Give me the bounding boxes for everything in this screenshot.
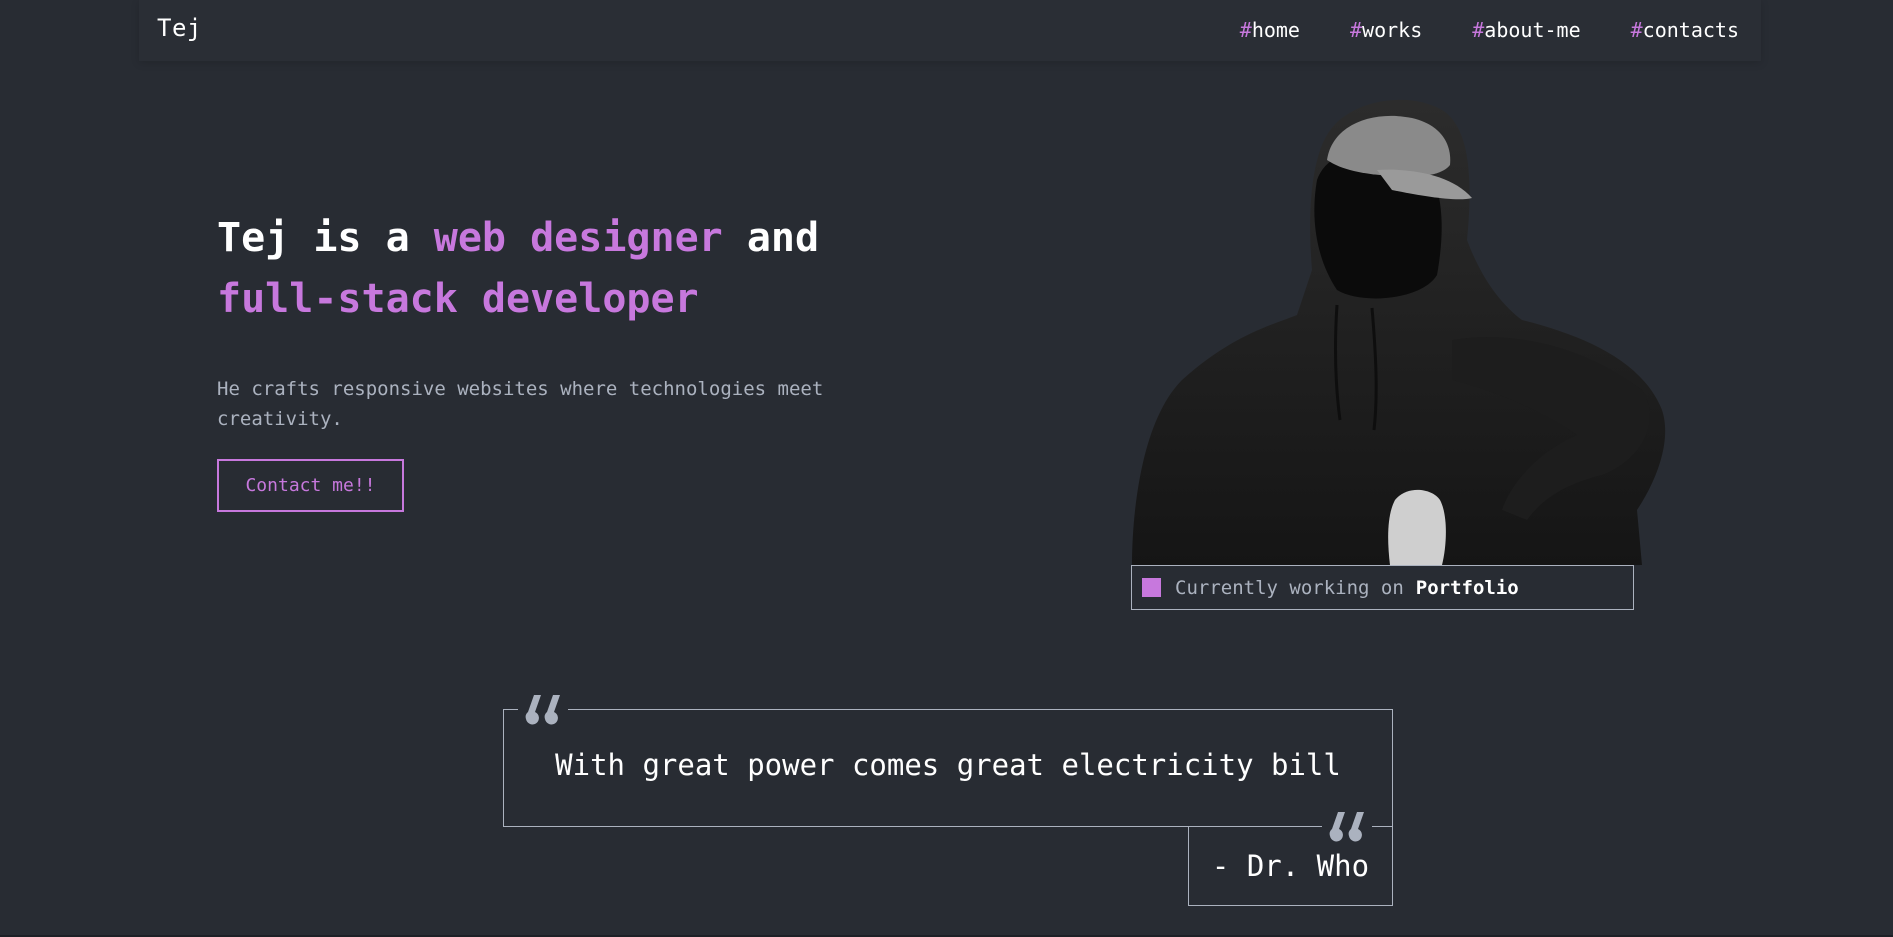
nav-item-home[interactable]: #home — [1240, 18, 1300, 42]
square-icon — [1142, 578, 1161, 597]
hero-title: Tej is a web designer and full-stack dev… — [217, 208, 937, 330]
nav-label-home: home — [1251, 18, 1300, 42]
status-project: Portfolio — [1415, 576, 1519, 599]
nav-hash: # — [1472, 18, 1485, 42]
hero-title-accent-developer: full-stack developer — [217, 276, 699, 322]
nav-hash: # — [1239, 18, 1252, 42]
nav-label-works: works — [1362, 18, 1423, 42]
hero-image — [1122, 90, 1682, 565]
hero-subtitle: He crafts responsive websites where tech… — [217, 378, 824, 430]
nav-label-about-me: about-me — [1484, 18, 1581, 42]
contact-me-button[interactable]: Contact me!! — [217, 459, 404, 512]
hero-title-text: Tej is a — [217, 215, 434, 261]
quote-text: With great power comes great electricity… — [555, 748, 1341, 782]
nav-hash: # — [1630, 18, 1643, 42]
hooded-person-illustration — [1132, 99, 1666, 565]
nav-item-contacts[interactable]: #contacts — [1631, 18, 1739, 42]
quote-author-box: - Dr. Who — [1188, 826, 1393, 906]
site-header: Tej #home #works #about-me #contacts — [139, 0, 1761, 61]
nav-label-contacts: contacts — [1642, 18, 1739, 42]
quote-box: With great power comes great electricity… — [503, 709, 1393, 827]
logo[interactable]: Tej — [157, 14, 202, 42]
status-badge: Currently working on Portfolio — [1131, 565, 1634, 610]
main-nav: #home #works #about-me #contacts — [1240, 18, 1761, 42]
quote-author: - Dr. Who — [1211, 848, 1370, 883]
quote-icon — [518, 686, 568, 734]
hero-title-accent-web-designer: web designer — [433, 215, 723, 261]
nav-item-works[interactable]: #works — [1350, 18, 1422, 42]
status-prefix: Currently working on — [1175, 576, 1404, 599]
page: Tej #home #works #about-me #contacts Tej… — [0, 0, 1893, 937]
hero-title-text-and: and — [722, 215, 820, 261]
nav-hash: # — [1349, 18, 1363, 42]
nav-item-about-me[interactable]: #about-me — [1472, 18, 1580, 42]
